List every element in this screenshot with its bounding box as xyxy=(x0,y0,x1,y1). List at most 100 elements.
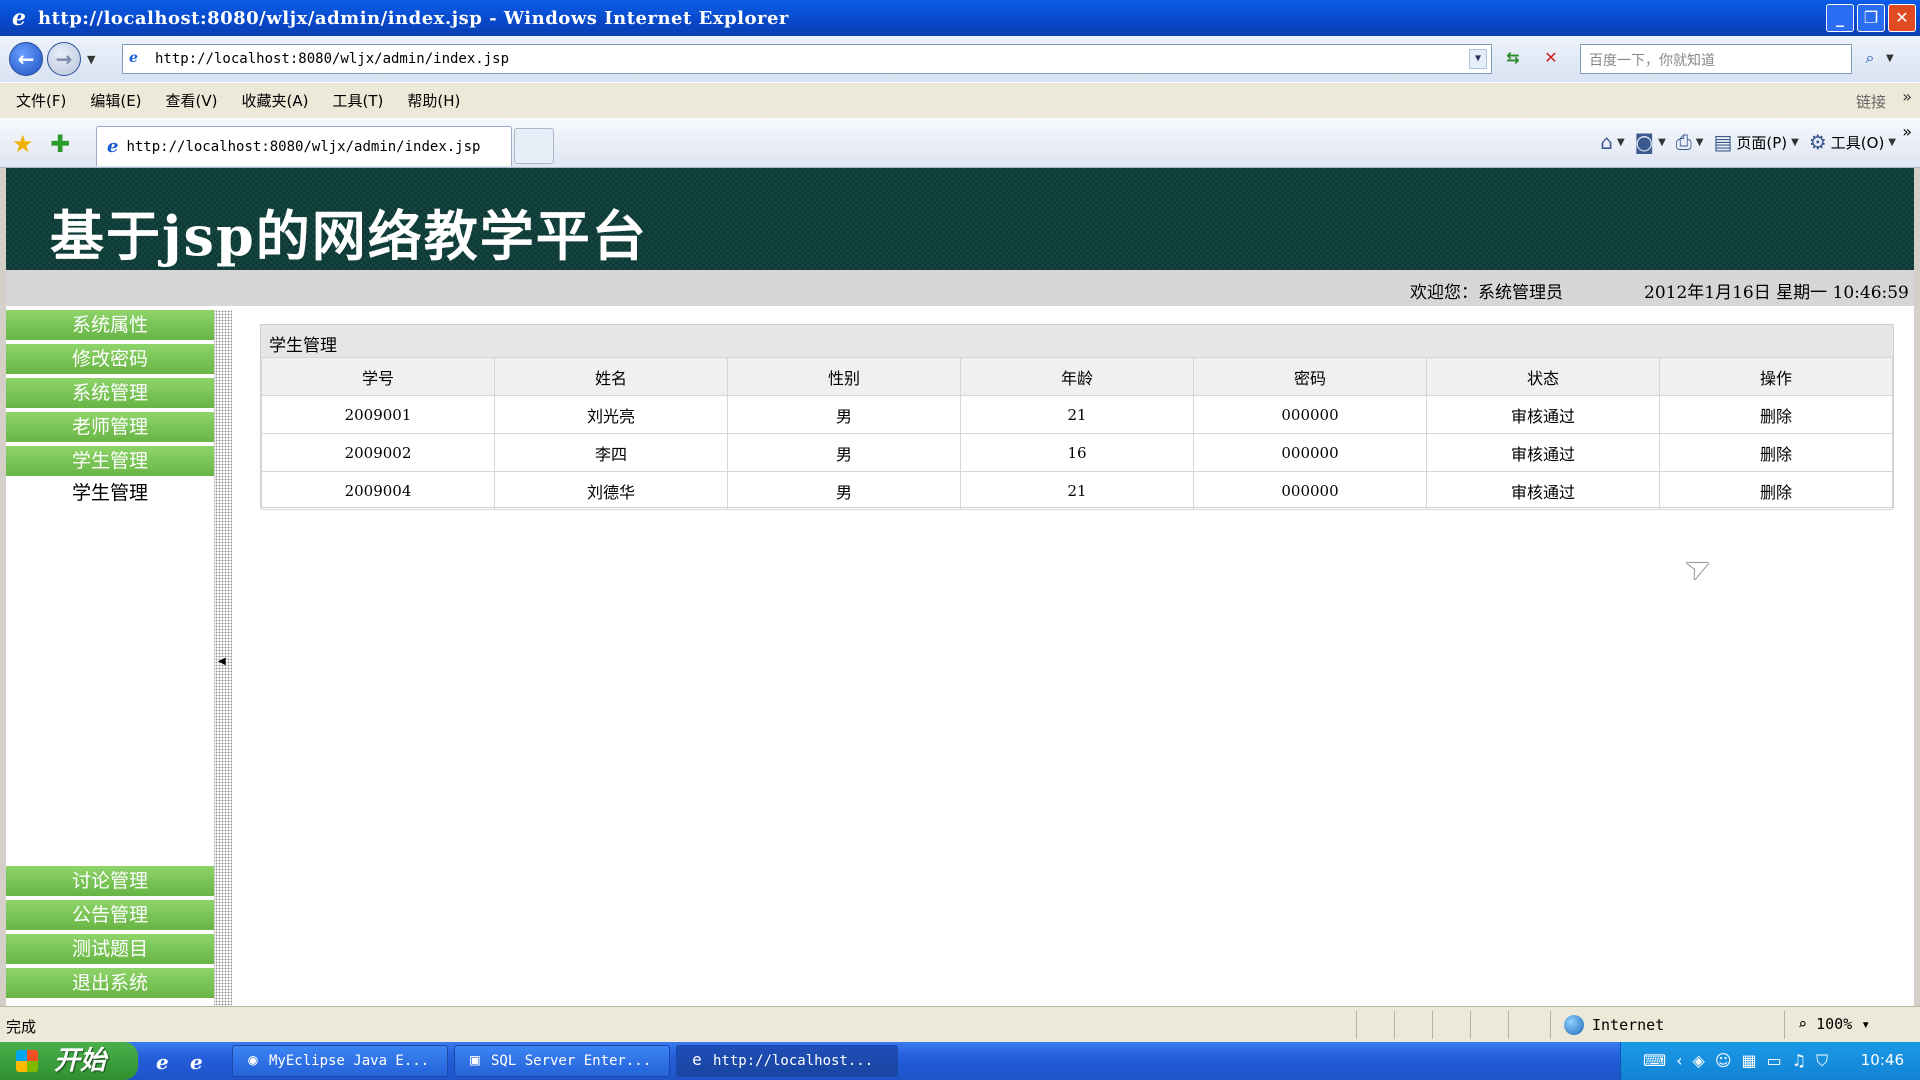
sidebar-item-announcement-management[interactable]: 公告管理 xyxy=(6,900,214,930)
window-title: http://localhost:8080/wljx/admin/index.j… xyxy=(38,7,789,29)
address-url: http://localhost:8080/wljx/admin/index.j… xyxy=(155,51,510,67)
menu-file[interactable]: 文件(F) xyxy=(16,90,66,111)
sidebar-item-logout[interactable]: 退出系统 xyxy=(6,968,214,998)
quicklaunch-ie-icon[interactable]: e xyxy=(156,1050,169,1074)
quicklaunch-ie-alt-icon[interactable]: e xyxy=(190,1050,203,1074)
address-input[interactable]: e http://localhost:8080/wljx/admin/index… xyxy=(122,44,1492,74)
menu-edit[interactable]: 编辑(E) xyxy=(90,90,141,111)
chevron-right-icon[interactable]: » xyxy=(1902,122,1912,141)
column-header: 年龄 xyxy=(960,357,1194,396)
ime-icon[interactable]: ▭ xyxy=(1767,1051,1782,1071)
address-toolbar: ← → ▼ e http://localhost:8080/wljx/admin… xyxy=(0,36,1920,82)
menu-help[interactable]: 帮助(H) xyxy=(407,90,460,111)
shield-icon[interactable]: ⛉ xyxy=(1816,1051,1828,1071)
password-cell: 000000 xyxy=(1193,433,1427,472)
add-favorite-icon[interactable]: ✚ xyxy=(50,130,70,158)
chevron-right-icon[interactable]: » xyxy=(1902,87,1912,106)
delete-link[interactable]: 删除 xyxy=(1659,471,1893,510)
delete-link[interactable]: 删除 xyxy=(1659,433,1893,472)
sidebar-item-student-management[interactable]: 学生管理 xyxy=(6,446,214,476)
printer-icon: ⎙ xyxy=(1675,130,1692,154)
sidebar-subitem-student-management[interactable]: 学生管理 xyxy=(6,478,214,508)
menu-tools[interactable]: 工具(T) xyxy=(332,90,383,111)
history-dropdown-icon[interactable]: ▼ xyxy=(87,53,101,66)
sidebar-item-change-password[interactable]: 修改密码 xyxy=(6,344,214,374)
gender-cell: 男 xyxy=(727,471,961,510)
page-menu-button[interactable]: ▤ 页面(P) ▼ xyxy=(1713,130,1798,154)
refresh-icon[interactable]: ⇆ xyxy=(1500,46,1526,72)
tab-title: http://localhost:8080/wljx/admin/index.j… xyxy=(126,138,481,155)
table-header-row: 学号 姓名 性别 年龄 密码 状态 操作 xyxy=(261,357,1893,396)
zone-label: Internet xyxy=(1592,1016,1665,1034)
status-divider xyxy=(1356,1011,1357,1039)
menu-favorites[interactable]: 收藏夹(A) xyxy=(242,90,309,111)
windows-taskbar: 开始 e e ◉ MyEclipse Java E... ▣ SQL Serve… xyxy=(0,1042,1920,1080)
sidebar-item-system-properties[interactable]: 系统属性 xyxy=(6,310,214,340)
close-button[interactable]: ✕ xyxy=(1888,4,1916,32)
student-id-cell: 2009001 xyxy=(261,395,495,434)
column-header: 密码 xyxy=(1193,357,1427,396)
favorites-star-icon[interactable]: ★ xyxy=(12,130,34,158)
feeds-button[interactable]: ◙ ▼ xyxy=(1635,130,1666,154)
search-options-dropdown-icon[interactable]: ▼ xyxy=(1886,44,1900,74)
restore-button[interactable]: ❐ xyxy=(1857,4,1885,32)
network-icon[interactable]: ◈ xyxy=(1693,1051,1705,1071)
forward-button[interactable]: → xyxy=(47,42,81,76)
table-row: 2009004 刘德华 男 21 000000 审核通过 删除 xyxy=(261,471,1893,510)
tools-menu-button[interactable]: ⚙ 工具(O) ▼ xyxy=(1809,130,1896,154)
status-bar: 完成 Internet ⌕ 100% ▾ xyxy=(0,1006,1920,1042)
search-icon[interactable]: ⌕ xyxy=(1856,44,1884,74)
status-divider xyxy=(1784,1011,1785,1039)
start-label: 开始 xyxy=(54,1046,107,1076)
print-button[interactable]: ⎙ ▼ xyxy=(1676,130,1704,154)
new-tab-button[interactable] xyxy=(514,128,554,164)
chevron-down-icon: ▼ xyxy=(1658,136,1666,148)
collapse-arrow-icon[interactable]: ◀ xyxy=(218,656,226,667)
users-icon[interactable]: ☺ xyxy=(1715,1051,1732,1071)
globe-icon xyxy=(1564,1015,1584,1035)
search-input[interactable]: 百度一下，你就知道 xyxy=(1580,44,1852,74)
minimize-button[interactable]: _ xyxy=(1826,4,1854,32)
address-dropdown-icon[interactable]: ▼ xyxy=(1469,49,1487,69)
sidebar-item-system-management[interactable]: 系统管理 xyxy=(6,378,214,408)
student-name-cell: 刘德华 xyxy=(494,471,728,510)
display-icon[interactable]: ▦ xyxy=(1742,1051,1757,1071)
sidebar-item-teacher-management[interactable]: 老师管理 xyxy=(6,412,214,442)
page-icon: e xyxy=(107,136,119,157)
volume-icon[interactable]: ♫ xyxy=(1792,1051,1806,1071)
status-divider xyxy=(1394,1011,1395,1039)
security-zone[interactable]: Internet xyxy=(1564,1015,1664,1035)
rss-icon: ◙ xyxy=(1634,130,1655,154)
ie-icon: e xyxy=(692,1050,702,1069)
zoom-level[interactable]: ⌕ 100% ▾ xyxy=(1798,1015,1870,1033)
stop-icon[interactable]: ✕ xyxy=(1538,46,1564,72)
sidebar-splitter[interactable]: ◀ xyxy=(214,310,232,1006)
home-button[interactable]: ⌂ ▼ xyxy=(1600,130,1624,154)
delete-link[interactable]: 删除 xyxy=(1659,395,1893,434)
taskbar-internet-explorer[interactable]: e http://localhost... xyxy=(676,1045,898,1077)
sidebar-item-discussion-management[interactable]: 讨论管理 xyxy=(6,866,214,896)
start-button[interactable]: 开始 xyxy=(0,1042,138,1080)
sidebar-item-test-questions[interactable]: 测试题目 xyxy=(6,934,214,964)
taskbar-myeclipse[interactable]: ◉ MyEclipse Java E... xyxy=(232,1045,448,1077)
taskbar-sql-server[interactable]: ▣ SQL Server Enter... xyxy=(454,1045,670,1077)
window-title-bar[interactable]: e http://localhost:8080/wljx/admin/index… xyxy=(0,0,1920,36)
gear-icon: ⚙ xyxy=(1808,130,1827,154)
menu-view[interactable]: 查看(V) xyxy=(166,90,218,111)
page-menu-icon: ▤ xyxy=(1713,130,1733,154)
keyboard-icon[interactable]: ⌨ xyxy=(1643,1051,1666,1071)
links-label[interactable]: 链接 xyxy=(1856,91,1886,112)
page-icon: e xyxy=(129,50,138,66)
column-header: 操作 xyxy=(1659,357,1893,396)
table-row: 2009001 刘光亮 男 21 000000 审核通过 删除 xyxy=(261,395,1893,434)
welcome-text: 欢迎您：系统管理员 xyxy=(1410,283,1563,303)
back-button[interactable]: ← xyxy=(9,42,43,76)
student-id-cell: 2009002 xyxy=(261,433,495,472)
tools-menu-label: 工具(O) xyxy=(1830,133,1885,152)
student-name-cell: 李四 xyxy=(494,433,728,472)
tray-expand-icon[interactable]: ‹ xyxy=(1676,1051,1682,1071)
ie-logo-icon: e xyxy=(12,5,26,31)
age-cell: 21 xyxy=(960,395,1194,434)
tab-current-page[interactable]: e http://localhost:8080/wljx/admin/index… xyxy=(96,126,512,166)
command-bar: ⌂ ▼ ◙ ▼ ⎙ ▼ ▤ 页面(P) ▼ ⚙ 工具(O) ▼ xyxy=(1600,130,1896,154)
